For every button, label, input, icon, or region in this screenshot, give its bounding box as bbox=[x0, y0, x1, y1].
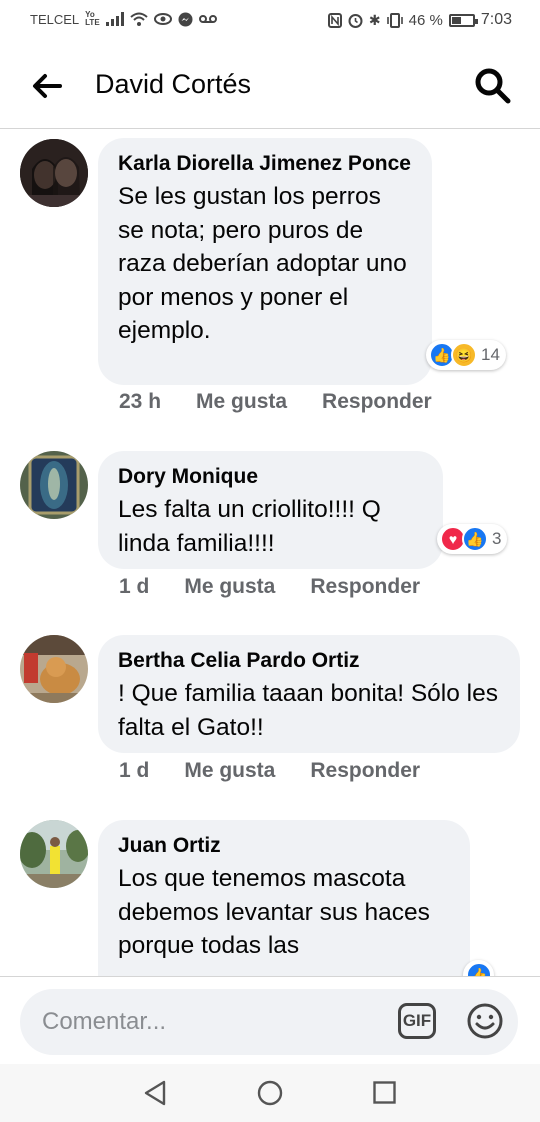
like-reaction-icon: 👍 bbox=[466, 962, 492, 976]
voicemail-icon bbox=[198, 15, 217, 23]
nav-recent-apps-icon[interactable] bbox=[373, 1081, 396, 1104]
like-button[interactable]: Me gusta bbox=[184, 759, 275, 783]
comment-time: 1 d bbox=[119, 575, 150, 598]
clock: 7:03 bbox=[480, 11, 512, 28]
comment-text: Los que tenemos mascota debemos levantar… bbox=[118, 865, 430, 959]
comment-bubble[interactable]: Bertha Celia Pardo Ortiz ! Que familia t… bbox=[98, 635, 520, 753]
reaction-summary[interactable]: ♥ 👍 3 bbox=[437, 524, 508, 554]
wifi-icon bbox=[129, 12, 148, 26]
comment-text: ! Que familia taaan bonita! Sólo les fal… bbox=[118, 680, 498, 741]
avatar[interactable] bbox=[20, 820, 88, 888]
comment-bubble[interactable]: Dory Monique Les falta un criollito!!!! … bbox=[98, 451, 443, 569]
arrow-left-icon[interactable] bbox=[28, 68, 64, 104]
comment-author[interactable]: Dory Monique bbox=[118, 463, 423, 491]
avatar[interactable] bbox=[20, 451, 88, 519]
search-icon[interactable] bbox=[474, 67, 512, 105]
gif-button[interactable]: GIF bbox=[398, 1003, 436, 1039]
nfc-icon bbox=[327, 12, 342, 28]
reply-button[interactable]: Responder bbox=[322, 390, 432, 414]
reply-button[interactable]: Responder bbox=[310, 575, 420, 599]
comment-input[interactable]: Comentar... GIF bbox=[20, 989, 518, 1055]
app-header: David Cortés bbox=[0, 40, 540, 129]
like-button[interactable]: Me gusta bbox=[196, 390, 287, 414]
eye-icon bbox=[153, 13, 172, 25]
reaction-summary[interactable]: 👍 😆 14 bbox=[426, 340, 506, 370]
comment-bubble[interactable]: Karla Diorella Jimenez Ponce Se les gust… bbox=[98, 138, 432, 385]
messenger-icon bbox=[178, 12, 193, 26]
reply-button[interactable]: Responder bbox=[310, 759, 420, 783]
comment-bubble[interactable]: Juan Ortiz Los que tenemos mascota debem… bbox=[98, 820, 470, 976]
comment-author[interactable]: Bertha Celia Pardo Ortiz bbox=[118, 647, 500, 675]
comment-actions: 1 d Me gusta Responder bbox=[119, 759, 420, 783]
nav-home-icon[interactable] bbox=[257, 1080, 283, 1106]
carrier-label: TELCEL bbox=[30, 11, 80, 27]
comment-time: 23 h bbox=[119, 390, 162, 413]
reaction-summary[interactable]: 👍 bbox=[463, 960, 494, 976]
avatar[interactable] bbox=[20, 139, 88, 207]
comment-author[interactable]: Karla Diorella Jimenez Ponce bbox=[118, 150, 412, 178]
vibrate-icon bbox=[386, 12, 403, 28]
like-reaction-icon: 👍 bbox=[462, 526, 488, 552]
network-type: Yo LTE bbox=[85, 10, 100, 27]
smiley-icon[interactable] bbox=[466, 1002, 504, 1040]
system-nav-bar bbox=[0, 1064, 540, 1122]
comment-text: Les falta un criollito!!!! Q linda famil… bbox=[118, 496, 381, 557]
comment-time: 1 d bbox=[119, 759, 150, 782]
nav-back-icon[interactable] bbox=[143, 1080, 167, 1106]
signal-icon bbox=[105, 12, 124, 26]
status-bar: TELCEL Yo LTE ✱ 46 % 7:03 bbox=[0, 0, 540, 40]
comment-input-placeholder: Comentar... bbox=[42, 1008, 167, 1035]
haha-reaction-icon: 😆 bbox=[451, 342, 477, 368]
battery-percent: 46 % bbox=[408, 11, 443, 29]
bluetooth-icon: ✱ bbox=[368, 12, 381, 28]
comment-author[interactable]: Juan Ortiz bbox=[118, 832, 450, 860]
comment: Juan Ortiz Los que tenemos mascota debem… bbox=[0, 820, 540, 976]
alarm-icon bbox=[348, 13, 363, 28]
comment-composer: Comentar... GIF bbox=[0, 976, 540, 1065]
avatar[interactable] bbox=[20, 635, 88, 703]
comment-text: Se les gustan los perros se nota; pero p… bbox=[118, 183, 407, 344]
reaction-count: 3 bbox=[492, 529, 502, 548]
comment-actions: 1 d Me gusta Responder bbox=[119, 575, 420, 599]
like-button[interactable]: Me gusta bbox=[184, 575, 275, 599]
comment-actions: 23 h Me gusta Responder bbox=[119, 390, 432, 414]
battery-icon bbox=[448, 13, 478, 27]
reaction-count: 14 bbox=[481, 345, 500, 364]
page-title: David Cortés bbox=[95, 69, 252, 99]
